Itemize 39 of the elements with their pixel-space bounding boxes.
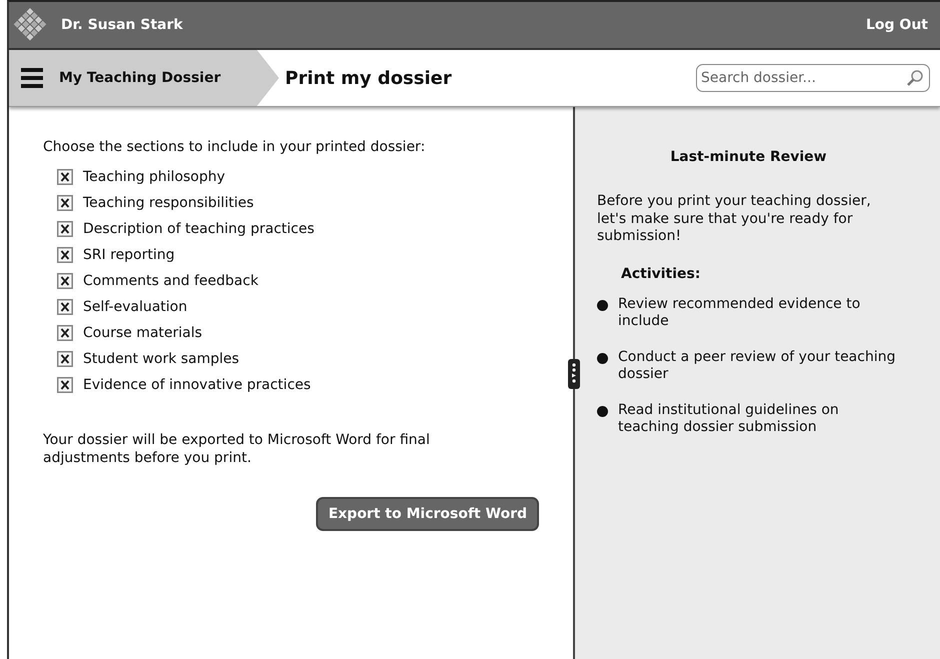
instruction-text: Choose the sections to include in your printed dossier: bbox=[43, 139, 426, 155]
export-button[interactable]: Export to Microsoft Word bbox=[316, 497, 539, 532]
review-intro: Before you print your teaching dossier, let's make sure that you're ready for submission! bbox=[597, 193, 872, 246]
checkbox-label: Description of teaching practices bbox=[83, 221, 314, 237]
resize-handle[interactable] bbox=[568, 359, 580, 389]
activity-text: Read institutional guidelines on teaching dossier submission bbox=[618, 402, 840, 436]
checkbox[interactable] bbox=[57, 299, 73, 315]
checkbox[interactable] bbox=[57, 377, 73, 393]
search-icon[interactable] bbox=[906, 69, 924, 87]
checkbox-label: Teaching philosophy bbox=[83, 169, 226, 185]
checkbox[interactable] bbox=[57, 247, 73, 263]
menu-icon[interactable] bbox=[21, 68, 43, 88]
checkbox[interactable] bbox=[57, 195, 73, 211]
checkbox[interactable] bbox=[57, 325, 73, 341]
checkbox[interactable] bbox=[57, 221, 73, 237]
checkbox-label: Comments and feedback bbox=[83, 273, 258, 289]
checkbox-label: Self-evaluation bbox=[83, 299, 188, 315]
user-name: Dr. Susan Stark bbox=[61, 17, 184, 33]
checkbox[interactable] bbox=[57, 273, 73, 289]
checkbox-label: Evidence of innovative practices bbox=[83, 377, 311, 393]
checkbox-label: Course materials bbox=[83, 325, 202, 341]
checkbox[interactable] bbox=[57, 169, 73, 185]
bullet-icon bbox=[597, 300, 608, 310]
review-title: Last-minute Review bbox=[669, 149, 828, 165]
logo-icon bbox=[13, 8, 47, 42]
checkbox[interactable] bbox=[57, 351, 73, 367]
search-field[interactable]: Search dossier... bbox=[696, 64, 930, 92]
logout-link[interactable]: Log Out bbox=[866, 17, 928, 33]
bullet-icon bbox=[597, 352, 608, 364]
page-title: Print my dossier bbox=[285, 68, 453, 88]
export-note: Your dossier will be exported to Microsoft Word for final adjustments before you print. bbox=[43, 431, 431, 468]
checkbox-label: Teaching responsibilities bbox=[83, 195, 254, 211]
activity-text: Conduct a peer review of your teaching dossier bbox=[618, 348, 896, 384]
breadcrumb-parent[interactable]: My Teaching Dossier bbox=[9, 50, 279, 106]
activity-text: Review recommended evidence to include bbox=[618, 296, 862, 330]
bullet-icon bbox=[597, 406, 608, 416]
checkbox-label: SRI reporting bbox=[83, 247, 175, 263]
checkbox-label: Student work samples bbox=[83, 351, 240, 367]
activities-heading: Activities: bbox=[621, 266, 702, 282]
